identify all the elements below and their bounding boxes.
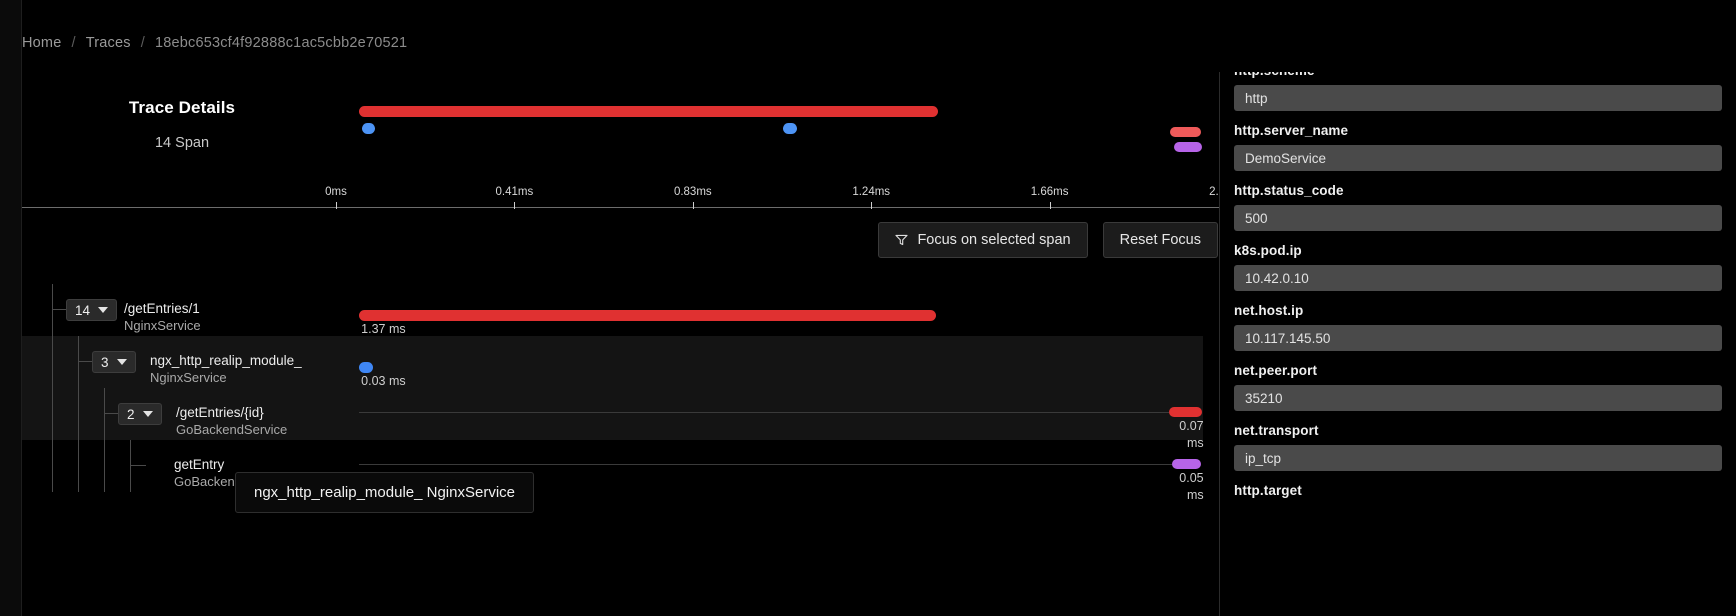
axis-tick-1 bbox=[514, 202, 516, 209]
attribute-item: net.transport ip_tcp bbox=[1234, 423, 1722, 471]
trace-main-pane: Trace Details 14 Span 0ms 0.41ms 0.83ms 1.2… bbox=[22, 72, 1247, 616]
focus-on-selected-span-button[interactable]: Focus on selected span bbox=[878, 222, 1088, 258]
span-leader-line bbox=[358, 412, 1170, 413]
attribute-item: net.peer.port 35210 bbox=[1234, 363, 1722, 411]
span-row[interactable]: 14/getEntries/1 NginxService 1.37 ms bbox=[22, 284, 1203, 336]
attribute-key: net.host.ip bbox=[1234, 303, 1304, 318]
chevron-down-icon bbox=[98, 307, 109, 313]
attribute-key: k8s.pod.ip bbox=[1234, 243, 1302, 258]
axis-tick-0 bbox=[336, 202, 337, 209]
attribute-item: k8s.pod.ip 10.42.0.10 bbox=[1234, 243, 1722, 291]
span-child-count: 2 bbox=[127, 406, 135, 422]
attribute-item: http.target bbox=[1234, 483, 1722, 498]
reset-button-label: Reset Focus bbox=[1119, 232, 1201, 248]
span-service-name: GoBackendService bbox=[176, 422, 288, 437]
axis-tick-4 bbox=[1049, 202, 1051, 209]
span-operation-name: /getEntries/1 bbox=[124, 301, 200, 316]
minimap-bar-backend-span bbox=[1169, 127, 1202, 137]
attribute-key: net.transport bbox=[1234, 423, 1319, 438]
span-duration-bar[interactable] bbox=[359, 362, 374, 373]
tree-elbow bbox=[130, 440, 146, 466]
span-timeline-track: 0.07 ms bbox=[336, 388, 1204, 450]
trace-details-page: Home / Traces / 18ebc653cf4f92888c1ac5cb… bbox=[0, 0, 1736, 616]
span-child-count: 14 bbox=[75, 302, 91, 318]
span-child-count-toggle[interactable]: 14 bbox=[66, 299, 118, 321]
tree-guide-line bbox=[52, 336, 53, 388]
span-duration-bar[interactable] bbox=[1169, 407, 1203, 417]
breadcrumb: Home / Traces / 18ebc653cf4f92888c1ac5cb… bbox=[22, 30, 407, 56]
span-duration-label: 0.05 ms bbox=[1179, 471, 1204, 502]
trace-header: Trace Details 14 Span bbox=[22, 98, 342, 151]
minimap-bar-dot-1 bbox=[361, 123, 375, 134]
span-child-count-toggle[interactable]: 3 bbox=[92, 351, 136, 373]
attribute-key: net.peer.port bbox=[1234, 363, 1318, 378]
span-operation-name: /getEntries/{id} bbox=[176, 405, 264, 420]
span-row[interactable]: 2/getEntries/{id} GoBackendService 0.07 ms bbox=[22, 388, 1204, 450]
span-attributes-panel[interactable]: http.scheme http http.server_name DemoServi… bbox=[1219, 72, 1736, 616]
attribute-value[interactable]: ip_tcp bbox=[1234, 445, 1722, 471]
attribute-value[interactable]: DemoService bbox=[1234, 145, 1722, 171]
attribute-item: net.host.ip 10.117.145.50 bbox=[1234, 303, 1722, 351]
attribute-key: http.scheme bbox=[1234, 72, 1722, 78]
chevron-down-icon bbox=[116, 359, 127, 365]
focus-toolbar: Focus on selected span Reset Focus bbox=[878, 222, 1218, 258]
focus-button-label: Focus on selected span bbox=[917, 232, 1071, 248]
tree-guide-line bbox=[78, 388, 79, 440]
axis-tick-label-3: 1.24ms bbox=[852, 186, 891, 198]
span-timeline-track: 1.37 ms bbox=[336, 284, 1203, 336]
left-edge-rail bbox=[0, 0, 22, 616]
trace-minimap[interactable] bbox=[336, 98, 1220, 184]
attribute-value[interactable]: 35210 bbox=[1234, 385, 1722, 411]
attribute-item: http.scheme http bbox=[1234, 72, 1722, 111]
breadcrumb-home[interactable]: Home bbox=[22, 35, 61, 51]
axis-range-handles[interactable] bbox=[336, 202, 1228, 208]
attribute-item: http.server_name DemoService bbox=[1234, 123, 1722, 171]
attribute-key: http.target bbox=[1234, 483, 1302, 498]
minimap-bar-root-span bbox=[358, 106, 938, 117]
span-operation-name: getEntry bbox=[174, 457, 225, 472]
axis-tick-label-2: 0.83ms bbox=[673, 186, 712, 198]
attribute-item: http.status_code 500 bbox=[1234, 183, 1722, 231]
breadcrumb-separator-2: / bbox=[140, 35, 145, 51]
span-count-label: 14 Span bbox=[154, 135, 210, 151]
tree-guide-line bbox=[78, 440, 79, 492]
span-service-name: NginxService bbox=[124, 318, 201, 333]
span-tooltip: ngx_http_realip_module_ NginxService bbox=[235, 472, 534, 513]
minimap-bar-dot-2 bbox=[783, 123, 797, 134]
span-tree[interactable]: 14/getEntries/1 NginxService 1.37 ms 3 ngx_h… bbox=[22, 284, 1220, 616]
attribute-key: http.server_name bbox=[1234, 123, 1349, 138]
attribute-value[interactable]: 10.42.0.10 bbox=[1234, 265, 1722, 291]
tree-guide-line bbox=[104, 440, 105, 492]
chevron-down-icon bbox=[142, 411, 153, 417]
breadcrumb-separator-1: / bbox=[71, 35, 76, 51]
span-service-name: NginxService bbox=[150, 370, 227, 385]
time-axis: 0ms0.41ms0.83ms1.24ms1.66ms2.07ms bbox=[22, 186, 1247, 212]
breadcrumb-trace-id: 18ebc653cf4f92888c1ac5cbb2e70521 bbox=[154, 35, 408, 51]
axis-tick-3 bbox=[871, 202, 873, 209]
span-timeline-track: 0.03 ms bbox=[336, 336, 1203, 388]
axis-tick-2 bbox=[692, 202, 694, 209]
attribute-key: http.status_code bbox=[1234, 183, 1344, 198]
axis-tick-label-4: 1.66ms bbox=[1030, 186, 1069, 198]
axis-tick-label-1: 0.41ms bbox=[495, 186, 534, 198]
span-row[interactable]: 3 ngx_http_realip_module_ NginxService 0.03… bbox=[22, 336, 1203, 388]
page-title: Trace Details bbox=[128, 98, 236, 117]
axis-tick-label-0: 0ms bbox=[325, 186, 347, 198]
minimap-bar-getentry-span bbox=[1174, 142, 1203, 152]
span-child-count: 3 bbox=[101, 354, 109, 370]
span-duration-bar[interactable] bbox=[359, 310, 936, 321]
span-leader-line bbox=[358, 464, 1172, 465]
tree-guide-line bbox=[52, 388, 53, 440]
reset-focus-button[interactable]: Reset Focus bbox=[1102, 222, 1218, 258]
span-operation-name: ngx_http_realip_module_ bbox=[150, 353, 302, 368]
attribute-value[interactable]: http bbox=[1234, 85, 1722, 111]
funnel-icon bbox=[895, 234, 909, 246]
span-duration-bar[interactable] bbox=[1171, 459, 1202, 469]
attribute-value[interactable]: 500 bbox=[1234, 205, 1722, 231]
tree-guide-line bbox=[52, 440, 53, 492]
attribute-value[interactable]: 10.117.145.50 bbox=[1234, 325, 1722, 351]
breadcrumb-traces[interactable]: Traces bbox=[86, 35, 131, 51]
span-row[interactable]: getEntry GoBackendService 0.05 ms bbox=[22, 440, 1204, 502]
span-child-count-toggle[interactable]: 2 bbox=[118, 403, 162, 425]
